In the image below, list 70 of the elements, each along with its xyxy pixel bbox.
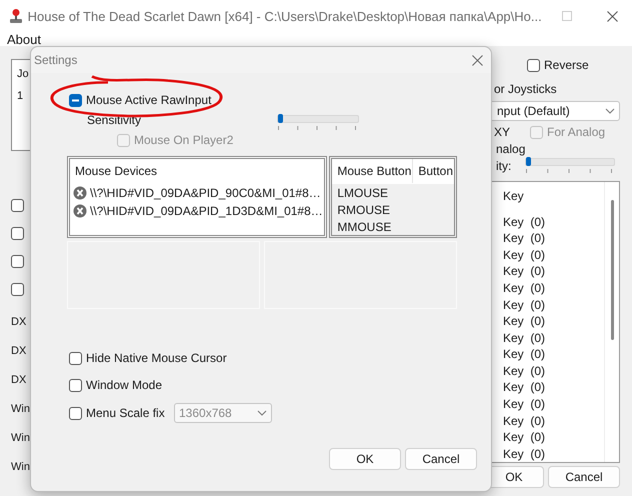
slider[interactable] [525, 158, 616, 166]
key-row[interactable]: Key (0) [503, 362, 604, 380]
device-row[interactable]: \\?\HID#VID_09DA&PID_90C0&MI_01#8… [90, 186, 321, 200]
option-label: Menu Scale fix [86, 406, 166, 420]
key-row[interactable]: Key (0) [503, 329, 604, 346]
ok-button[interactable]: OK [329, 448, 401, 470]
dialog-title: Settings [34, 53, 78, 67]
joysticks-label: or Joysticks [494, 82, 557, 96]
column-header: Mouse Devices [74, 163, 158, 180]
option-label: DX [11, 316, 28, 328]
menu-item[interactable]: About [7, 32, 41, 46]
list-header: Jo [17, 68, 30, 80]
reverse-label: Reverse [544, 58, 589, 72]
key-row[interactable]: Key (0) [503, 296, 604, 313]
cancel-button[interactable]: Cancel [548, 466, 620, 488]
option-label: Hide Native Mouse Cursor [86, 351, 227, 365]
device-icon [73, 186, 87, 200]
key-row[interactable]: Key (0) [503, 396, 604, 412]
close-icon[interactable] [472, 54, 483, 66]
mouse-button-row[interactable]: LMOUSE [332, 184, 454, 201]
for-analog-label: For Analog [547, 125, 606, 139]
checkbox[interactable] [69, 94, 82, 106]
cancel-button[interactable]: Cancel [405, 448, 477, 470]
key-row[interactable]: Key (0) [503, 379, 604, 396]
device-row[interactable]: \\?\HID#VID_09DA&PID_1D3D&MI_01#8… [90, 204, 323, 218]
checkbox[interactable] [11, 227, 24, 240]
checkbox[interactable] [69, 406, 82, 420]
column-header: Button [412, 159, 454, 183]
analog-label: nalog [496, 142, 526, 156]
mouse-button-row[interactable]: MMOUSE [332, 218, 454, 235]
option-label: DX [11, 374, 28, 386]
sensitivity-label: Sensitivity [87, 112, 142, 126]
checkbox[interactable] [69, 352, 82, 364]
option-label: Win [11, 461, 30, 473]
key-row[interactable]: Key (0) [503, 412, 604, 429]
option-label: Window Mode [86, 378, 162, 392]
key-row[interactable]: Key (0) [503, 312, 604, 330]
caret-icon [257, 410, 267, 416]
column-header: Key [503, 188, 525, 205]
column-header: Mouse Button [336, 163, 412, 180]
list-row[interactable]: 1 [17, 90, 30, 102]
close-icon[interactable] [606, 10, 618, 22]
checkbox[interactable] [69, 378, 82, 392]
mouse-button-row[interactable]: RMOUSE [332, 201, 454, 218]
option-label: DX [11, 345, 28, 357]
raw-input-label: Mouse Active RawInput [86, 93, 212, 107]
caret-icon [605, 108, 615, 114]
device-icon [73, 204, 87, 218]
key-row[interactable]: Key (0) [503, 263, 604, 280]
key-row[interactable]: Key (0) [503, 445, 604, 462]
checkbox[interactable] [527, 58, 540, 72]
option-label: Win [11, 403, 30, 415]
mouse-on-player2-label: Mouse On Player2 [134, 133, 234, 147]
option-label: Win [11, 432, 30, 444]
slider-thumb[interactable] [278, 114, 284, 123]
window-title: House of The Dead Scarlet Dawn [x64] - C:\Users\Drake\Desktop\Новая папка\App\Ho... [28, 8, 542, 24]
xy-label: XY [494, 125, 510, 139]
key-row[interactable]: Key (0) [503, 428, 604, 446]
checkbox[interactable] [11, 255, 24, 268]
key-row[interactable]: Key (0) [503, 246, 604, 264]
sensitivity-label: ity: [496, 158, 512, 172]
checkbox[interactable] [11, 199, 24, 212]
key-row[interactable]: Key (0) [503, 346, 604, 363]
key-row[interactable]: Key (0) [503, 280, 604, 296]
slider[interactable] [277, 115, 360, 123]
key-row[interactable]: Key (0) [503, 230, 604, 247]
key-row[interactable]: Key (0) [503, 213, 604, 230]
joystick-icon [8, 8, 22, 24]
checkbox[interactable] [11, 283, 24, 296]
slider-thumb[interactable] [526, 157, 532, 166]
